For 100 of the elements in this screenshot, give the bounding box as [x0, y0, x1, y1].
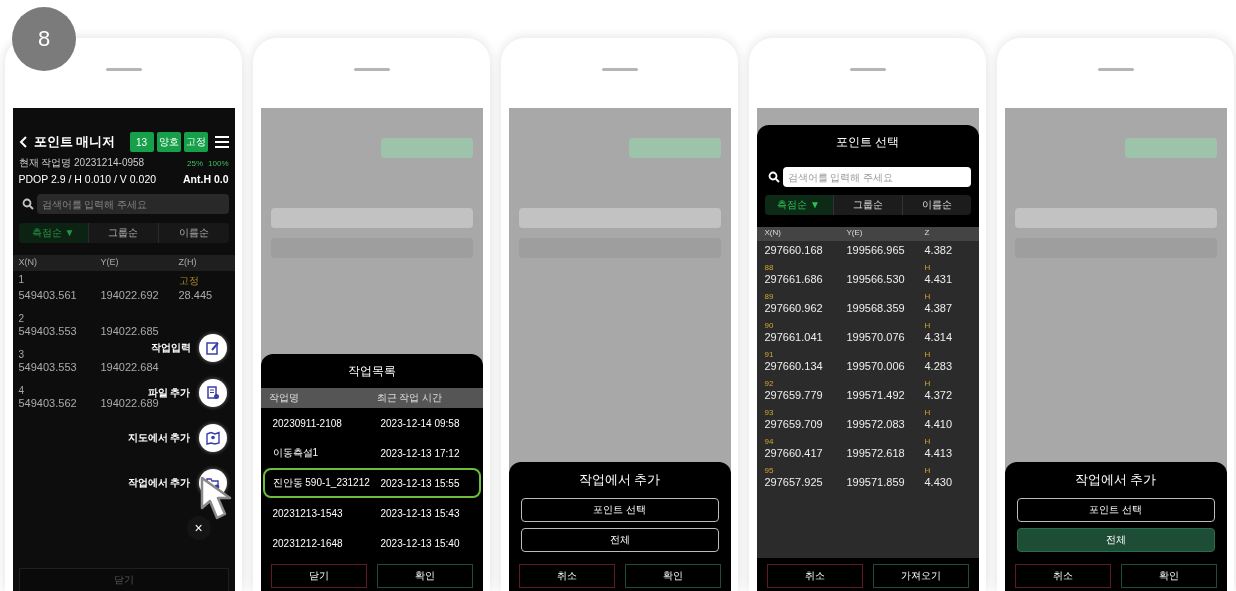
- sort-tab[interactable]: 측점순 ▼: [764, 195, 833, 215]
- speaker-slot: [1097, 68, 1134, 71]
- sort-tab[interactable]: 이름순: [901, 195, 971, 215]
- coordinate: 297660.417: [764, 447, 824, 459]
- point-name: 89: [764, 292, 775, 301]
- step-number-badge: 8: [12, 7, 76, 71]
- column-label: Y(E): [100, 257, 120, 269]
- point-tag: H: [924, 408, 971, 417]
- coordinate: 4.430: [924, 476, 954, 488]
- point-tag: H: [924, 292, 971, 301]
- job-row[interactable]: 20231213-1543 2023-12-13 15:43: [262, 498, 481, 528]
- job-time: 2023-12-13 15:43: [380, 507, 461, 519]
- point-tag: H: [924, 466, 971, 475]
- cancel-button[interactable]: 닫기: [270, 564, 367, 588]
- speaker-slot: [849, 68, 886, 71]
- coordinate: 297660.168: [764, 244, 824, 256]
- option-button[interactable]: 전체: [520, 528, 719, 552]
- coordinate: 194022.689: [100, 397, 159, 409]
- point-name: 93: [764, 408, 775, 417]
- coordinate: 549403.553: [18, 325, 78, 337]
- antenna-height: Ant.H 0.0: [183, 173, 229, 185]
- screen-title: 포인트 매니저: [33, 133, 117, 151]
- coordinate: 549403.561: [18, 289, 78, 301]
- search-icon: [21, 198, 34, 210]
- coordinate: 297657.925: [764, 476, 824, 488]
- coordinate: 28.445: [178, 289, 214, 301]
- coordinate: 199566.530: [846, 273, 906, 285]
- speaker-slot: [353, 68, 390, 71]
- job-name: 20231212-1648: [272, 537, 344, 549]
- point-name: 4: [18, 385, 26, 396]
- coordinate: 194022.685: [100, 325, 160, 337]
- point-tag: H: [924, 263, 971, 272]
- job-name: 20231213-1543: [272, 507, 344, 519]
- option-button[interactable]: 포인트 선택: [1016, 498, 1215, 522]
- coordinate: 194022.684: [100, 361, 160, 373]
- sheet-title: 작업목록: [346, 362, 397, 380]
- coordinate: 4.372: [924, 389, 954, 401]
- point-tag: 고정: [178, 274, 229, 288]
- sheet-title: 포인트 선택: [834, 133, 901, 151]
- speaker-slot: [105, 68, 142, 71]
- sort-tab[interactable]: 그룹순: [832, 195, 902, 215]
- coordinate: 199572.618: [846, 447, 906, 459]
- back-icon[interactable]: [18, 136, 28, 148]
- search-icon: [767, 171, 780, 183]
- add-menu-button[interactable]: [198, 424, 227, 452]
- job-time: 2023-12-13 15:40: [380, 537, 461, 549]
- speaker-slot: [601, 68, 638, 71]
- cancel-button[interactable]: 취소: [1014, 564, 1111, 588]
- coordinate: 4.410: [924, 418, 954, 430]
- menu-label: 파일 추가: [147, 386, 191, 399]
- close-button[interactable]: ×: [186, 516, 211, 540]
- column-label: 작업명: [268, 391, 300, 405]
- coordinate: 4.387: [924, 302, 954, 314]
- option-button[interactable]: 포인트 선택: [520, 498, 719, 522]
- menu-icon[interactable]: [214, 136, 229, 148]
- job-time: 2023-12-14 09:58: [380, 417, 461, 429]
- job-name: 현재 작업명 20231214-0958: [18, 156, 145, 170]
- point-name: 92: [764, 379, 775, 388]
- job-row[interactable]: 20230911-2108 2023-12-14 09:58: [262, 408, 481, 438]
- confirm-button[interactable]: 확인: [624, 564, 721, 588]
- column-label: X(N): [18, 257, 38, 269]
- coordinate: 549403.562: [18, 397, 78, 409]
- job-row[interactable]: 20231212-1648 2023-12-13 15:40: [262, 528, 481, 558]
- column-label: Z: [924, 228, 931, 239]
- point-tag: H: [924, 350, 971, 359]
- column-label: Y(E): [846, 228, 864, 239]
- status-badge: 양호: [156, 132, 181, 152]
- confirm-button[interactable]: 가져오기: [872, 564, 969, 588]
- document-plus-icon: [205, 386, 220, 400]
- coordinate: 4.283: [924, 360, 954, 372]
- search-field[interactable]: 검색어를 입력해 주세요: [36, 194, 229, 214]
- add-menu-button[interactable]: [198, 334, 227, 362]
- confirm-button[interactable]: 확인: [1120, 564, 1217, 588]
- search-field[interactable]: 검색어를 입력해 주세요: [782, 167, 971, 187]
- job-name: 진안동 590-1_231212: [272, 476, 371, 490]
- job-time: 2023-12-13 17:12: [380, 447, 461, 459]
- battery-level: 25%: [187, 158, 204, 168]
- cancel-button[interactable]: 취소: [766, 564, 863, 588]
- coordinate: 4.413: [924, 447, 954, 459]
- coordinate: 194022.692: [100, 289, 160, 301]
- job-row[interactable]: 이동측설1 2023-12-13 17:12: [262, 438, 481, 468]
- sort-tab[interactable]: 이름순: [158, 223, 229, 243]
- coordinate: 199570.006: [846, 360, 906, 372]
- sort-tab[interactable]: 그룹순: [87, 223, 159, 243]
- point-name: 94: [764, 437, 775, 446]
- coordinate: 549403.553: [18, 361, 78, 373]
- job-name: 이동측설1: [272, 446, 320, 460]
- point-name: 95: [764, 466, 775, 475]
- confirm-button[interactable]: 확인: [376, 564, 473, 588]
- add-menu-button[interactable]: [198, 379, 227, 407]
- cancel-button[interactable]: 취소: [518, 564, 615, 588]
- coordinate: 297661.686: [764, 273, 824, 285]
- option-button[interactable]: 전체: [1016, 528, 1215, 552]
- sheet-title: 작업에서 추가: [1073, 471, 1158, 489]
- column-label: Z(H): [178, 257, 198, 269]
- note-pencil-icon: [205, 341, 220, 355]
- job-row[interactable]: 진안동 590-1_231212 2023-12-13 15:55: [262, 468, 481, 498]
- coordinate: 4.431: [924, 273, 954, 285]
- coordinate: 199568.359: [846, 302, 906, 314]
- sort-tab[interactable]: 측점순 ▼: [18, 223, 88, 243]
